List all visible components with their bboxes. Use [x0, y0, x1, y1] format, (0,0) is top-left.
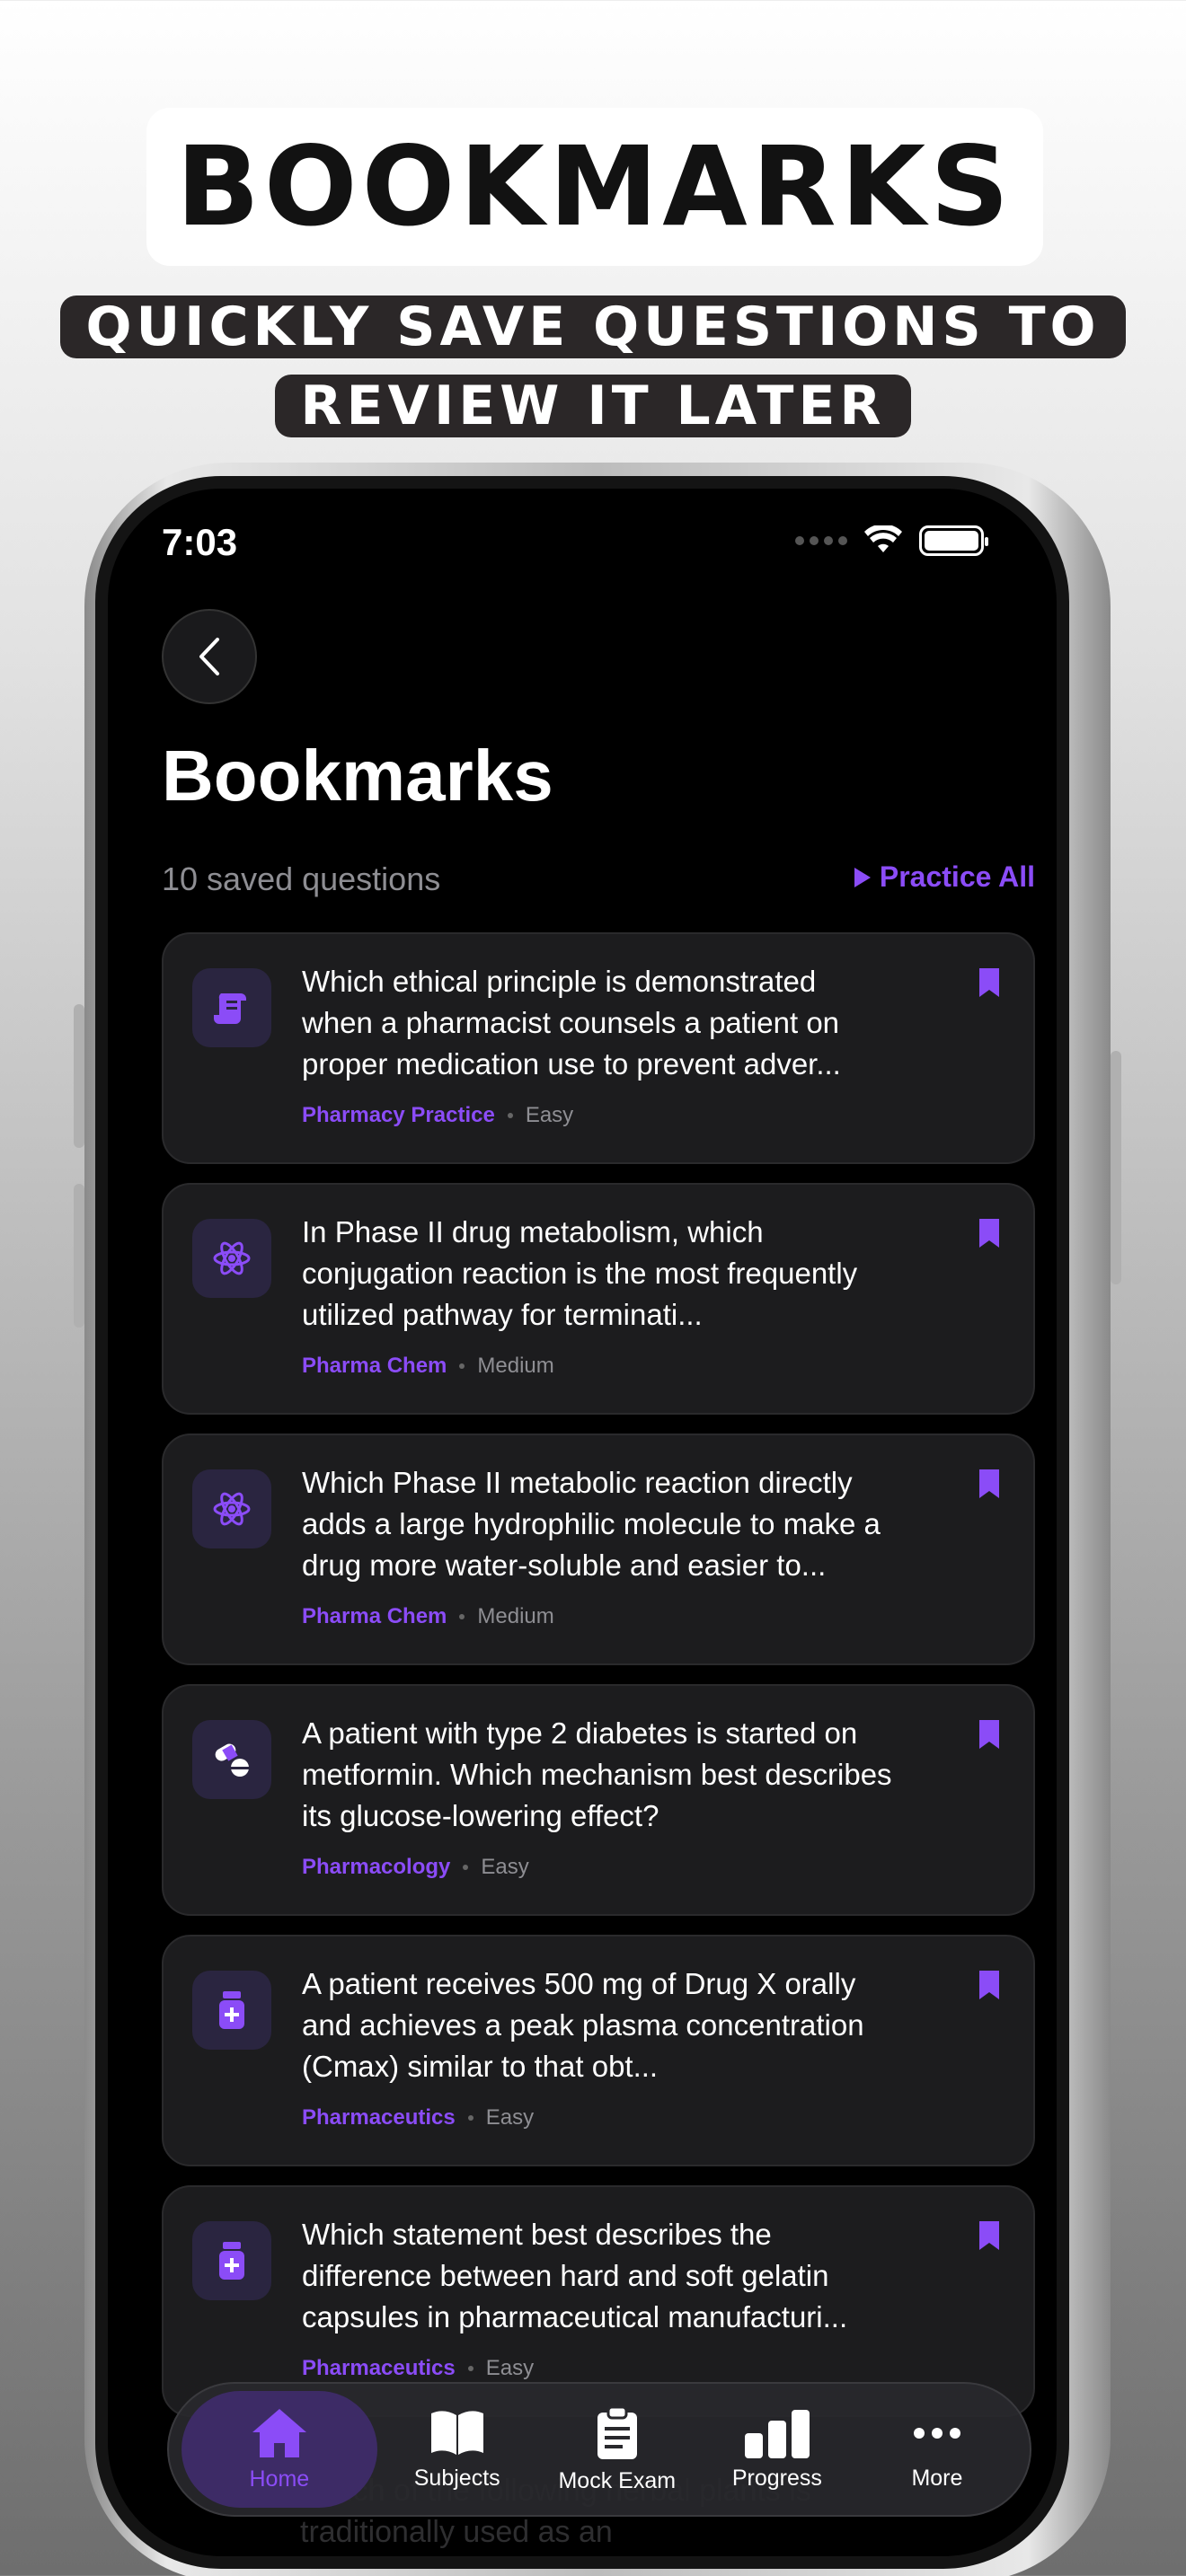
bookmark-icon[interactable]: [978, 2219, 1001, 2252]
difficulty-tag: Easy: [525, 1103, 574, 1127]
difficulty-tag: Medium: [477, 1604, 554, 1628]
tab-label: Mock Exam: [558, 2467, 677, 2493]
difficulty-tag: Medium: [477, 1354, 554, 1378]
wifi-icon: [864, 525, 902, 552]
bookmark-icon[interactable]: [978, 1468, 1001, 1500]
tab-subjects[interactable]: Subjects: [377, 2391, 537, 2508]
separator-dot: [463, 1865, 469, 1870]
atom-icon: [192, 1469, 271, 1548]
play-icon: [854, 867, 871, 887]
question-text: In Phase II drug metabolism, which conju…: [302, 1215, 858, 1331]
question-text: A patient receives 500 mg of Drug X oral…: [302, 1967, 864, 2083]
tab-label: Home: [249, 2466, 310, 2492]
bookmark-icon[interactable]: [978, 1969, 1001, 2001]
subject-tag: Pharmacology: [302, 1855, 451, 1879]
bar-chart-icon: [744, 2409, 810, 2458]
battery-icon: [919, 525, 988, 556]
separator-dot: [507, 1113, 513, 1118]
tab-label: More: [911, 2465, 963, 2491]
bookmark-card[interactable]: Which ethical principle is demonstrated …: [162, 932, 1035, 1164]
clipboard-icon: [597, 2405, 637, 2459]
tab-mock-exam[interactable]: Mock Exam: [537, 2391, 697, 2508]
status-time: 7:03: [162, 521, 238, 563]
difficulty-tag: Easy: [481, 1855, 529, 1879]
difficulty-tag: Easy: [485, 2105, 535, 2130]
subject-tag: Pharmaceutics: [302, 2356, 456, 2380]
bookmark-icon[interactable]: [978, 1718, 1001, 1751]
question-text: A patient with type 2 diabetes is starte…: [302, 1716, 892, 1832]
tab-label: Subjects: [413, 2465, 500, 2491]
separator-dot: [467, 2115, 474, 2121]
bookmark-card[interactable]: Which Phase II metabolic reaction direct…: [162, 1434, 1035, 1665]
question-text: Which ethical principle is demonstrated …: [302, 965, 841, 1081]
card-meta: Pharmacy Practice Easy: [302, 1103, 573, 1128]
cellular-icon: [795, 536, 847, 545]
card-meta: Pharmaceutics Easy: [302, 2105, 534, 2130]
question-text: Which statement best describes the diffe…: [302, 2218, 848, 2333]
card-meta: Pharma Chem Medium: [302, 1354, 554, 1379]
medicine-bottle-icon: [192, 1971, 271, 2050]
tab-label: Progress: [731, 2465, 822, 2491]
pills-icon: [192, 1720, 271, 1799]
bookmark-card[interactable]: In Phase II drug metabolism, which conju…: [162, 1183, 1035, 1415]
phone-side-button-left-1: [74, 1004, 84, 1148]
separator-dot: [467, 2366, 474, 2371]
tab-home[interactable]: Home: [181, 2391, 377, 2508]
back-button[interactable]: [162, 609, 257, 704]
bookmark-card[interactable]: A patient receives 500 mg of Drug X oral…: [162, 1935, 1035, 2166]
practice-all-button[interactable]: Practice All: [854, 860, 1035, 894]
bookmark-icon[interactable]: [978, 966, 1001, 999]
subject-tag: Pharmaceutics: [302, 2105, 456, 2130]
status-icons: [795, 525, 988, 556]
question-text: Which Phase II metabolic reaction direct…: [302, 1466, 881, 1582]
phone-side-button-left-2: [74, 1184, 84, 1328]
tab-more[interactable]: More: [857, 2391, 1017, 2508]
bookmark-icon[interactable]: [978, 1217, 1001, 1249]
home-icon: [252, 2408, 306, 2457]
scroll-icon: [192, 968, 271, 1047]
tab-progress[interactable]: Progress: [697, 2391, 857, 2508]
card-meta: Pharmaceutics Easy: [302, 2356, 534, 2381]
promo-subtitle-line1: QUICKLY SAVE QUESTIONS TO: [60, 296, 1126, 358]
chevron-left-icon: [199, 638, 219, 675]
saved-count: 10 saved questions: [162, 860, 441, 897]
subject-tag: Pharma Chem: [302, 1354, 447, 1378]
phone-side-button-right: [1111, 1051, 1121, 1284]
separator-dot: [459, 1614, 465, 1619]
book-icon: [430, 2410, 483, 2455]
tab-bar: Home Subjects Mock Exam Progress More: [167, 2382, 1031, 2517]
promo-subtitle-line2: REVIEW IT LATER: [275, 375, 911, 437]
card-meta: Pharmacology Easy: [302, 1855, 529, 1880]
card-meta: Pharma Chem Medium: [302, 1604, 554, 1629]
difficulty-tag: Easy: [485, 2356, 535, 2380]
subject-tag: Pharmacy Practice: [302, 1103, 495, 1127]
promo-title: BOOKMARKS: [146, 108, 1043, 266]
page-title: Bookmarks: [162, 736, 553, 816]
separator-dot: [459, 1363, 465, 1369]
medicine-bottle-icon: [192, 2221, 271, 2300]
bookmark-card[interactable]: A patient with type 2 diabetes is starte…: [162, 1684, 1035, 1916]
atom-icon: [192, 1219, 271, 1298]
promo-subtitle: QUICKLY SAVE QUESTIONS TO REVIEW IT LATE…: [0, 287, 1186, 446]
more-icon: [913, 2427, 960, 2439]
practice-all-label: Practice All: [879, 860, 1035, 893]
subject-tag: Pharma Chem: [302, 1604, 447, 1628]
